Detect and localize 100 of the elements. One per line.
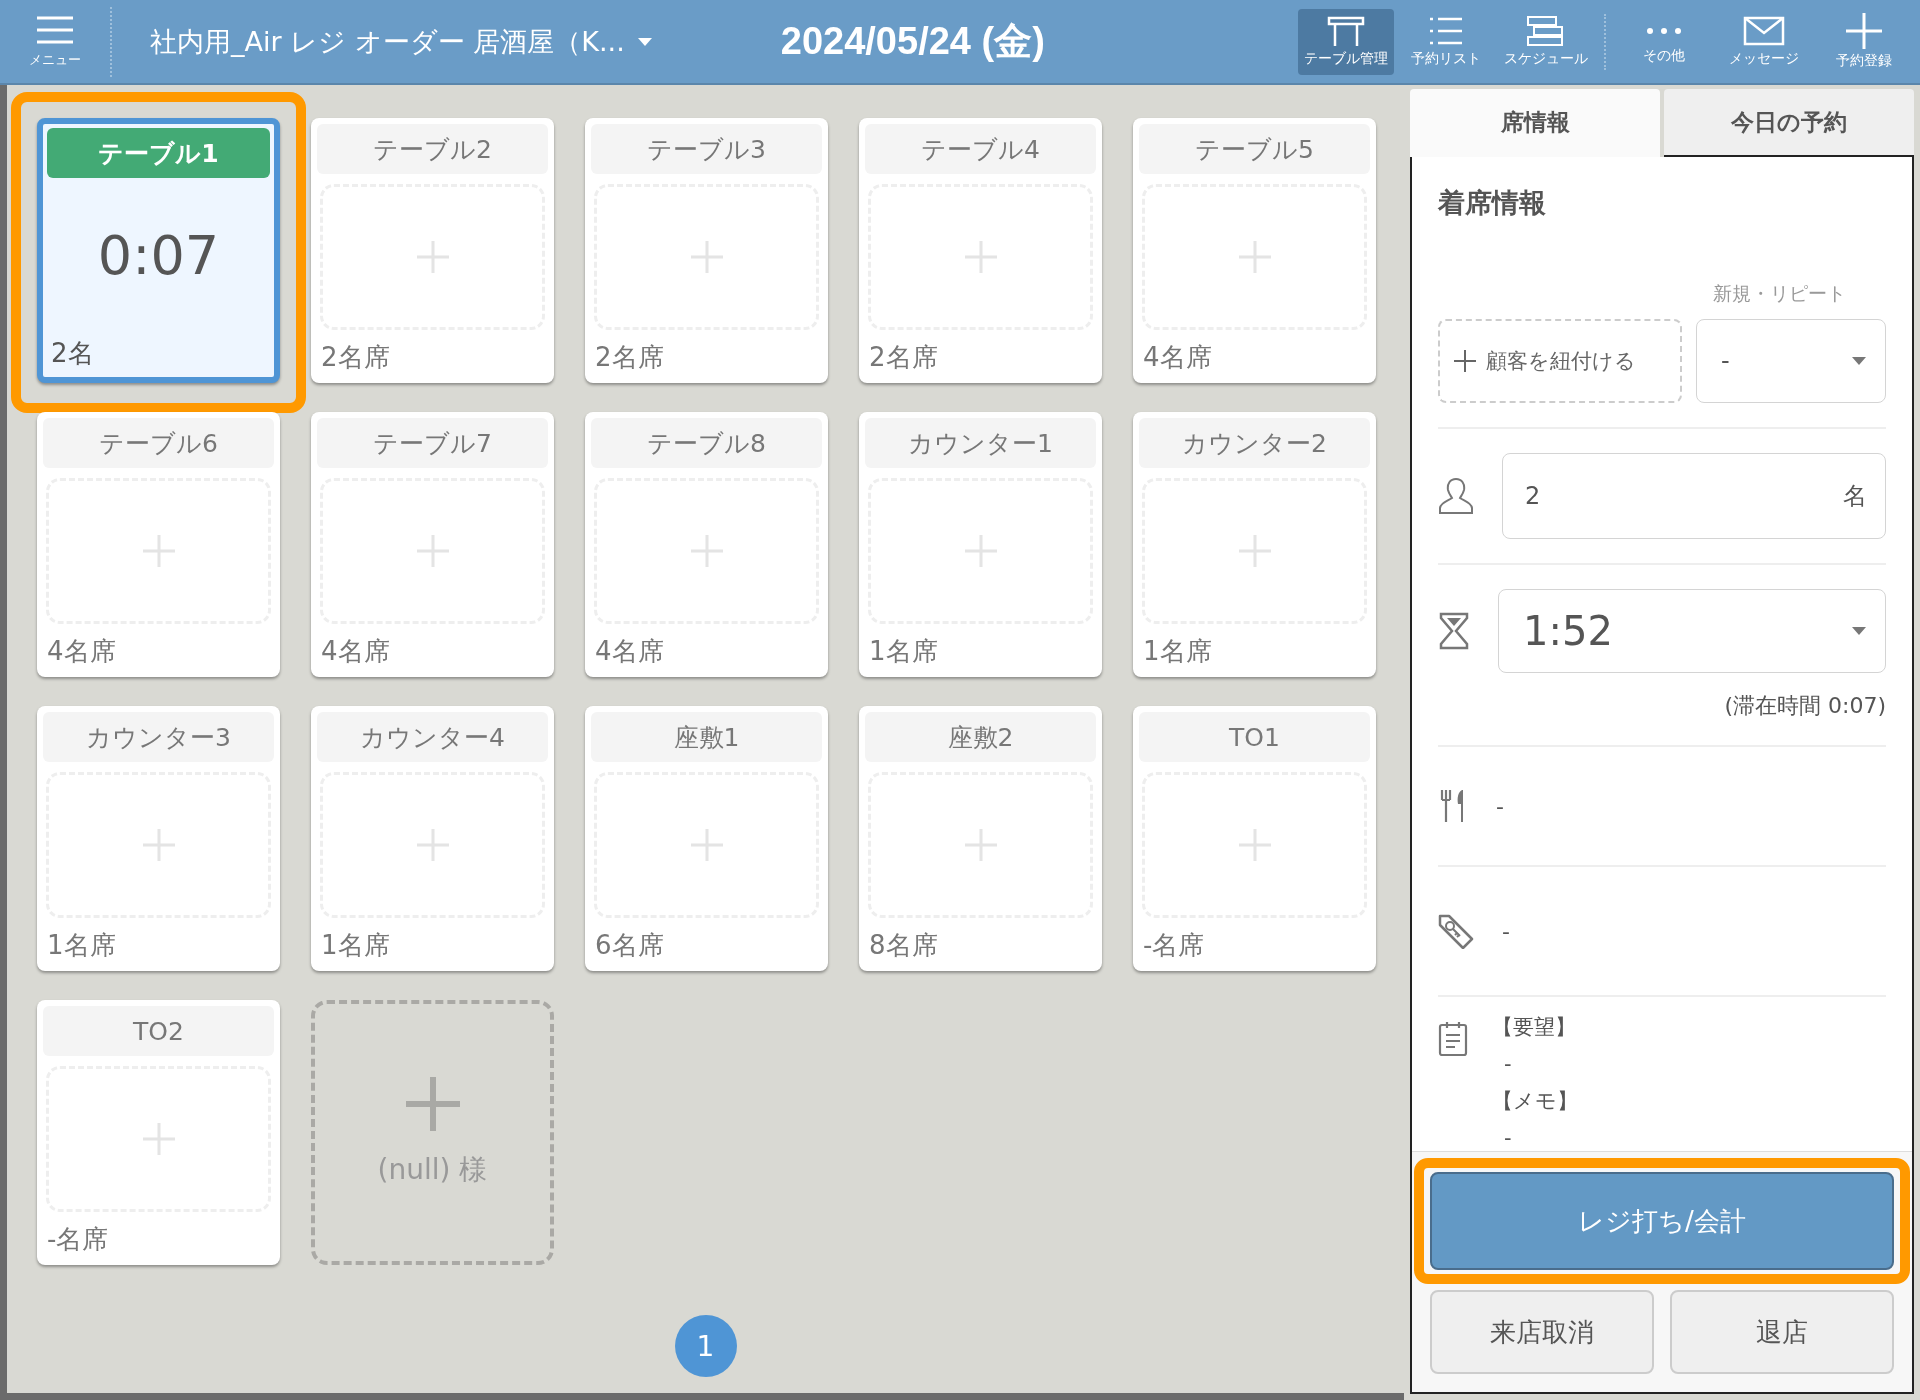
table-name: テーブル4	[865, 124, 1096, 174]
toolbar-more-button[interactable]: その他	[1616, 8, 1712, 75]
empty-slot[interactable]	[1142, 184, 1367, 330]
seat-count: 2名席	[320, 341, 391, 374]
empty-slot[interactable]	[1142, 478, 1367, 624]
table-name: テーブル2	[317, 124, 548, 174]
toolbar-table-button[interactable]: テーブル管理	[1298, 8, 1394, 75]
table-icon	[1326, 15, 1366, 47]
toolbar-schedule-button[interactable]: スケジュール	[1498, 8, 1594, 75]
menu-icon	[35, 14, 75, 45]
empty-slot[interactable]	[320, 772, 545, 918]
plus-icon	[689, 534, 724, 568]
table-name: 座敷2	[865, 712, 1096, 762]
seat-count: 6名席	[594, 929, 665, 962]
empty-slot[interactable]	[868, 772, 1093, 918]
table-card[interactable]: TO1 -名席	[1133, 706, 1376, 971]
empty-slot[interactable]	[46, 1066, 271, 1212]
repeat-select[interactable]: -	[1696, 319, 1886, 403]
table-name: テーブル7	[317, 418, 548, 468]
empty-slot[interactable]	[1142, 772, 1367, 918]
hourglass-icon	[1438, 612, 1470, 650]
table-card[interactable]: テーブル4 2名席	[859, 118, 1102, 383]
table-name: テーブル1	[47, 128, 270, 178]
table-name: カウンター4	[317, 712, 548, 762]
empty-slot[interactable]	[594, 184, 819, 330]
table-card[interactable]: カウンター1 1名席	[859, 412, 1102, 677]
empty-slot[interactable]	[320, 184, 545, 330]
tag-value: -	[1502, 918, 1510, 944]
table-card[interactable]: テーブル1 0:07 2名	[37, 118, 280, 383]
seat-count: 4名席	[46, 635, 117, 668]
table-card[interactable]: テーブル8 4名席	[585, 412, 828, 677]
note-label: 【要望】	[1492, 1014, 1577, 1041]
seat-count: 2名	[50, 337, 95, 370]
plus-icon	[141, 534, 176, 568]
table-name: テーブル3	[591, 124, 822, 174]
page-button[interactable]: 1	[674, 1315, 737, 1377]
store-selector[interactable]: 社内用_Air レジ オーダー 居酒屋（K...	[150, 23, 653, 60]
table-card[interactable]: カウンター2 1名席	[1133, 412, 1376, 677]
plus-icon	[689, 828, 724, 862]
link-customer-button[interactable]: 顧客を紐付ける	[1438, 319, 1682, 403]
table-name: TO1	[1139, 712, 1370, 762]
empty-slot[interactable]	[868, 478, 1093, 624]
table-card[interactable]: 座敷1 6名席	[585, 706, 828, 971]
panel-tab[interactable]: 席情報	[1410, 89, 1660, 157]
plus-icon	[415, 240, 450, 274]
person-icon	[1438, 477, 1474, 515]
plus-icon	[415, 828, 450, 862]
menu-button[interactable]: メニュー	[0, 14, 110, 69]
table-card[interactable]: テーブル2 2名席	[311, 118, 554, 383]
seat-count: 8名席	[868, 929, 939, 962]
table-name: テーブル5	[1139, 124, 1370, 174]
plus-icon	[1237, 828, 1272, 862]
seat-count: 1名席	[1142, 635, 1213, 668]
toolbar-message-button[interactable]: メッセージ	[1716, 8, 1812, 75]
empty-slot[interactable]	[320, 478, 545, 624]
note-value: -	[1503, 1051, 1513, 1078]
table-name: TO2	[43, 1006, 274, 1056]
empty-slot[interactable]	[594, 772, 819, 918]
seat-count: 1名席	[320, 929, 391, 962]
table-card[interactable]: TO2 -名席	[37, 1000, 280, 1265]
plus-icon	[415, 534, 450, 568]
tag-icon	[1438, 913, 1474, 949]
guest-count-field[interactable]: 2 名	[1502, 453, 1886, 539]
note-label: 【メモ】	[1492, 1088, 1578, 1115]
seat-count: 4名席	[594, 635, 665, 668]
seat-count: 1名席	[46, 929, 117, 962]
plus-icon	[405, 1076, 460, 1131]
table-name: カウンター2	[1139, 418, 1370, 468]
seat-count: 1名席	[868, 635, 939, 668]
seat-count: -名席	[1142, 929, 1206, 962]
panel-tab[interactable]: 今日の予約	[1664, 89, 1914, 157]
toolbar-list-button[interactable]: 予約リスト	[1398, 8, 1494, 75]
field-label: 新規・リピート	[1713, 281, 1846, 306]
plus-icon	[1844, 13, 1884, 49]
empty-slot[interactable]	[868, 184, 1093, 330]
seat-count: -名席	[46, 1223, 110, 1256]
toolbar-add-button[interactable]: 予約登録	[1816, 8, 1912, 75]
cancel-visit-button[interactable]: 来店取消	[1430, 1290, 1654, 1374]
empty-slot[interactable]	[594, 478, 819, 624]
plus-icon	[1454, 350, 1476, 372]
plus-icon	[141, 1122, 176, 1156]
table-card[interactable]: カウンター3 1名席	[37, 706, 280, 971]
table-card[interactable]: テーブル7 4名席	[311, 412, 554, 677]
duration-select[interactable]: 1:52	[1498, 589, 1886, 673]
checkout-button[interactable]: レジ打ち/会計	[1430, 1172, 1894, 1270]
empty-slot[interactable]	[46, 772, 271, 918]
stay-time: (滞在時間 0:07)	[1724, 692, 1886, 720]
empty-slot[interactable]	[46, 478, 271, 624]
more-icon	[1647, 28, 1681, 34]
plus-icon	[963, 534, 998, 568]
table-card[interactable]: カウンター4 1名席	[311, 706, 554, 971]
table-card[interactable]: テーブル5 4名席	[1133, 118, 1376, 383]
table-card[interactable]: テーブル3 2名席	[585, 118, 828, 383]
leave-button[interactable]: 退店	[1670, 1290, 1894, 1374]
caret-icon	[636, 36, 653, 47]
date-title: 2024/05/24 (金)	[780, 19, 1045, 64]
table-name: テーブル8	[591, 418, 822, 468]
table-card[interactable]: 座敷2 8名席	[859, 706, 1102, 971]
table-card[interactable]: テーブル6 4名席	[37, 412, 280, 677]
plus-icon	[141, 828, 176, 862]
